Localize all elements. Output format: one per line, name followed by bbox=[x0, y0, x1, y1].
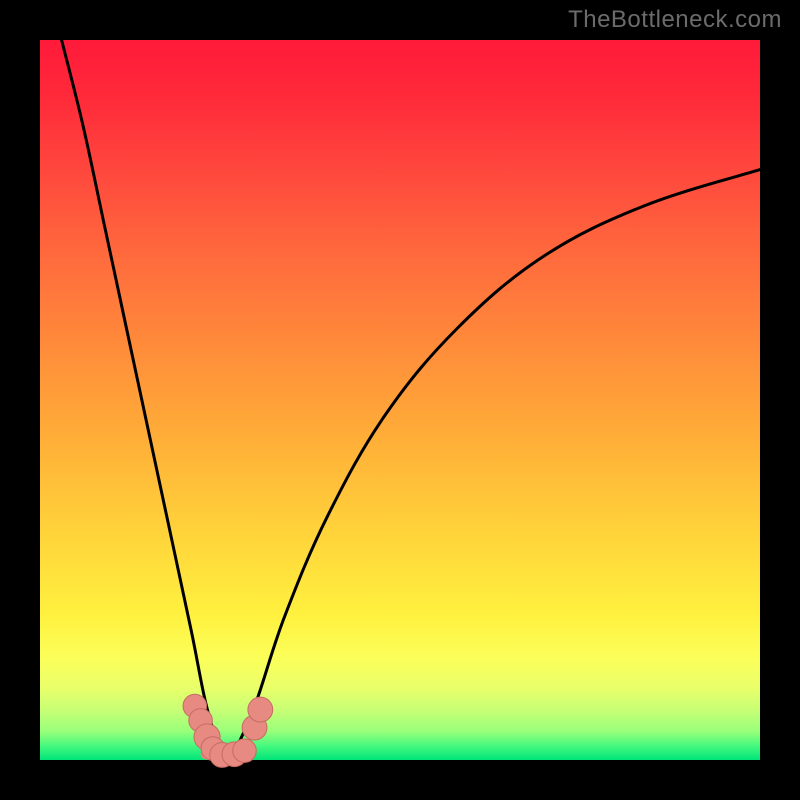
chart-svg bbox=[40, 40, 760, 760]
curve-right-branch bbox=[234, 170, 760, 753]
marker-group bbox=[183, 694, 273, 767]
frame: TheBottleneck.com bbox=[0, 0, 800, 800]
plot-area bbox=[40, 40, 760, 760]
curve-left-branch bbox=[62, 40, 220, 753]
data-marker bbox=[233, 739, 257, 763]
watermark-text: TheBottleneck.com bbox=[568, 6, 782, 34]
data-marker bbox=[248, 697, 273, 722]
